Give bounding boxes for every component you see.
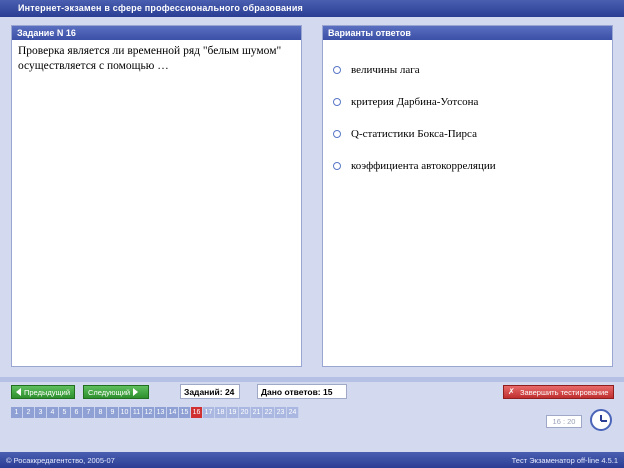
page-number[interactable]: 17 bbox=[203, 407, 215, 418]
window-title: Интернет-экзамен в сфере профессионально… bbox=[0, 0, 624, 17]
radio-icon[interactable] bbox=[333, 162, 341, 170]
answer-option[interactable]: коэффициента автокорреляции bbox=[333, 160, 496, 172]
page-number[interactable]: 4 bbox=[47, 407, 59, 418]
radio-icon[interactable] bbox=[333, 98, 341, 106]
page-number[interactable]: 19 bbox=[227, 407, 239, 418]
answer-option-label: критерия Дарбина-Уотсона bbox=[351, 96, 479, 108]
finish-button[interactable]: ✗ Завершить тестирование bbox=[503, 385, 614, 399]
page-number[interactable]: 8 bbox=[95, 407, 107, 418]
radio-icon[interactable] bbox=[333, 66, 341, 74]
answer-option[interactable]: Q-статистики Бокса-Пирса bbox=[333, 128, 477, 140]
answer-option-label: коэффициента автокорреляции bbox=[351, 160, 496, 172]
page-number[interactable]: 16 bbox=[191, 407, 203, 418]
timer: 16 : 20 bbox=[546, 415, 582, 428]
page-number[interactable]: 6 bbox=[71, 407, 83, 418]
page-number[interactable]: 2 bbox=[23, 407, 35, 418]
page-number[interactable]: 24 bbox=[287, 407, 299, 418]
app-version: Тест Экзаменатор off-line 4.5.1 bbox=[511, 455, 618, 465]
page-number[interactable]: 12 bbox=[143, 407, 155, 418]
answer-option-label: Q-статистики Бокса-Пирса bbox=[351, 128, 477, 140]
arrow-right-icon bbox=[133, 388, 139, 396]
question-text: Проверка является ли временной ряд "белы… bbox=[18, 45, 282, 72]
page-number[interactable]: 13 bbox=[155, 407, 167, 418]
page-navigator: 1 2 3 4 5 6 7 8 9 10 11 12 13 14 15 16 17 18 19 20 21 22 23 24 bbox=[11, 407, 299, 418]
page-number[interactable]: 20 bbox=[239, 407, 251, 418]
page-number[interactable]: 3 bbox=[35, 407, 47, 418]
page-number[interactable]: 22 bbox=[263, 407, 275, 418]
answer-option[interactable]: критерия Дарбина-Уотсона bbox=[333, 96, 478, 108]
answer-option-label: величины лага bbox=[351, 64, 420, 76]
prev-button-label: Предыдущий bbox=[24, 387, 71, 397]
radio-icon[interactable] bbox=[333, 130, 341, 138]
next-button[interactable]: Следующий bbox=[83, 385, 149, 399]
navigation-bar: Предыдущий Следующий Заданий: 24 Дано от… bbox=[0, 382, 624, 452]
page-number[interactable]: 1 bbox=[11, 407, 23, 418]
question-panel: Задание N 16 Проверка является ли времен… bbox=[11, 25, 302, 367]
page-number[interactable]: 9 bbox=[107, 407, 119, 418]
answer-option[interactable]: величины лага bbox=[333, 64, 420, 76]
page-number[interactable]: 23 bbox=[275, 407, 287, 418]
arrow-left-icon bbox=[16, 388, 21, 396]
page-number[interactable]: 18 bbox=[215, 407, 227, 418]
clock-icon bbox=[590, 409, 612, 431]
prev-button[interactable]: Предыдущий bbox=[11, 385, 75, 399]
question-header: Задание N 16 bbox=[12, 26, 301, 40]
tasks-count: Заданий: 24 bbox=[180, 384, 240, 399]
page-number[interactable]: 11 bbox=[131, 407, 143, 418]
page-number[interactable]: 21 bbox=[251, 407, 263, 418]
answers-panel: Варианты ответов величины лага критерия … bbox=[322, 25, 613, 367]
answers-header: Варианты ответов bbox=[323, 26, 612, 40]
answered-count: Дано ответов: 15 bbox=[257, 384, 347, 399]
page-number[interactable]: 15 bbox=[179, 407, 191, 418]
finish-button-label: Завершить тестирование bbox=[520, 387, 609, 397]
page-number[interactable]: 7 bbox=[83, 407, 95, 418]
footer: © Росаккредагентство, 2005-07 Тест Экзам… bbox=[0, 452, 624, 468]
running-man-icon: ✗ bbox=[508, 387, 515, 396]
copyright: © Росаккредагентство, 2005-07 bbox=[6, 455, 115, 465]
page-number[interactable]: 5 bbox=[59, 407, 71, 418]
next-button-label: Следующий bbox=[88, 387, 131, 397]
page-number[interactable]: 14 bbox=[167, 407, 179, 418]
main-area: Задание N 16 Проверка является ли времен… bbox=[0, 17, 624, 377]
page-number[interactable]: 10 bbox=[119, 407, 131, 418]
